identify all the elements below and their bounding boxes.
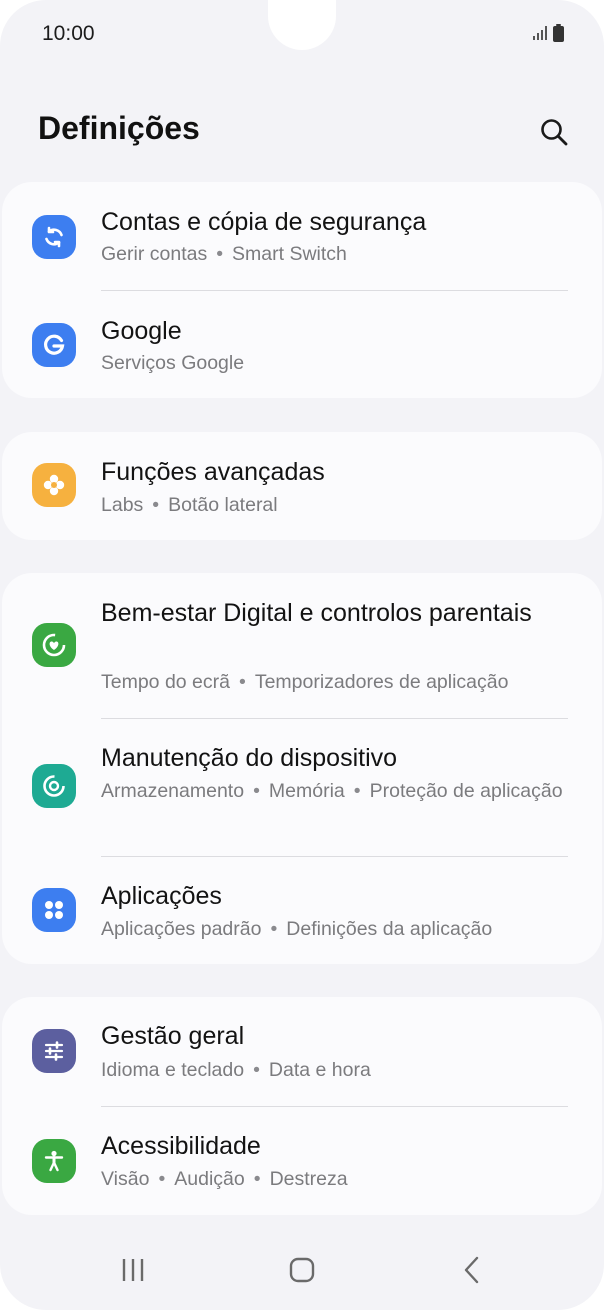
- settings-item-advanced-features[interactable]: Funções avançadas Labs • Botão lateral: [2, 432, 602, 540]
- settings-item-title: Bem-estar Digital e controlos parentais: [101, 599, 532, 627]
- home-icon: [289, 1257, 315, 1283]
- subtitle-part: Data e hora: [268, 1059, 371, 1081]
- settings-item-title: Google: [101, 317, 182, 345]
- subtitle-part: Botão lateral: [168, 494, 278, 516]
- apps-grid-icon: [32, 888, 76, 932]
- subtitle-part: Gerir contas: [101, 243, 208, 265]
- settings-item-title: Acessibilidade: [101, 1132, 261, 1160]
- settings-item-subtitle: Armazenamento • Memória • Proteção de aplica…: [101, 777, 571, 805]
- screen: 10:00 Definições Contas e cópia de segur…: [0, 0, 604, 1310]
- subtitle-part: Smart Switch: [232, 243, 347, 265]
- separator-dot: •: [253, 1059, 260, 1081]
- subtitle-part: Armazenamento: [101, 780, 245, 802]
- separator-dot: •: [253, 1168, 261, 1190]
- separator-dot: •: [158, 1168, 166, 1190]
- camera-notch: [268, 0, 336, 50]
- settings-item-title: Funções avançadas: [101, 458, 325, 486]
- settings-item-apps[interactable]: Aplicações Aplicações padrão • Definições …: [2, 857, 602, 964]
- puzzle-icon: [32, 463, 76, 507]
- status-time: 10:00: [42, 22, 95, 45]
- subtitle-part: Proteção de aplicação: [369, 780, 563, 802]
- back-button[interactable]: [442, 1248, 502, 1292]
- battery-icon: [553, 24, 564, 42]
- separator-dot: •: [353, 780, 361, 802]
- settings-item-subtitle: Labs • Botão lateral: [101, 491, 571, 519]
- subtitle-part: Visão: [101, 1168, 150, 1190]
- subtitle-part: Destreza: [269, 1168, 348, 1190]
- settings-item-title: Aplicações: [101, 882, 222, 910]
- status-icons: [532, 24, 564, 42]
- subtitle-part: Memória: [268, 780, 345, 802]
- page-title: Definições: [38, 110, 200, 146]
- recents-icon: [122, 1259, 144, 1281]
- settings-item-accessibility[interactable]: Acessibilidade Visão • Audição • Destreza: [2, 1107, 602, 1215]
- home-button[interactable]: [272, 1248, 332, 1292]
- subtitle-part: Temporizadores de aplicação: [254, 671, 509, 693]
- search-button[interactable]: [534, 112, 574, 152]
- search-icon: [541, 119, 568, 146]
- signal-icon: [533, 26, 547, 40]
- separator-dot: •: [270, 918, 278, 940]
- settings-item-google[interactable]: Google Serviços Google: [2, 291, 602, 398]
- separator-dot: •: [253, 780, 260, 802]
- accessibility-person-icon: [32, 1139, 76, 1183]
- settings-item-title: Manutenção do dispositivo: [101, 744, 398, 772]
- subtitle-part: Aplicações padrão: [101, 918, 262, 940]
- subtitle-part: Tempo do ecrã: [101, 671, 230, 693]
- settings-item-subtitle: Visão • Audição • Destreza: [101, 1165, 571, 1193]
- settings-card-accounts: Contas e cópia de segurança Gerir contas…: [2, 182, 602, 398]
- settings-card-device: Bem-estar Digital e controlos parentais …: [2, 573, 602, 964]
- heart-circle-icon: [32, 623, 76, 667]
- settings-item-subtitle: Serviços Google: [101, 352, 245, 374]
- separator-dot: •: [239, 671, 246, 693]
- settings-item-subtitle: Aplicações padrão • Definições da aplicaçã…: [101, 915, 571, 943]
- separator-dot: •: [216, 243, 224, 265]
- subtitle-part: Labs: [101, 494, 144, 516]
- settings-card-system: Gestão geral Idioma e teclado • Data e hor…: [2, 997, 602, 1215]
- settings-item-general-management[interactable]: Gestão geral Idioma e teclado • Data e hor…: [2, 997, 602, 1106]
- google-g-icon: [32, 323, 76, 367]
- settings-card-advanced: Funções avançadas Labs • Botão lateral: [2, 432, 602, 540]
- settings-item-title: Gestão geral: [101, 1022, 245, 1050]
- sync-icon: [32, 215, 76, 259]
- subtitle-part: Audição: [174, 1168, 245, 1190]
- settings-item-subtitle: Tempo do ecrã • Temporizadores de aplicaçã…: [101, 668, 571, 696]
- settings-item-subtitle: Idioma e teclado • Data e hora: [101, 1056, 571, 1084]
- back-icon: [464, 1256, 479, 1284]
- separator-dot: •: [152, 494, 160, 516]
- subtitle-part: Idioma e teclado: [101, 1059, 245, 1081]
- device-care-icon: [32, 764, 76, 808]
- status-bar: 10:00: [0, 0, 604, 70]
- settings-item-device-care[interactable]: Manutenção do dispositivo Armazenamento •…: [2, 719, 602, 856]
- settings-item-digital-wellbeing[interactable]: Bem-estar Digital e controlos parentais …: [2, 573, 602, 718]
- settings-item-title: Contas e cópia de segurança: [101, 208, 427, 236]
- navigation-bar: [0, 1240, 604, 1300]
- sliders-icon: [32, 1029, 76, 1073]
- subtitle-part: Definições da aplicação: [286, 918, 493, 940]
- settings-item-accounts[interactable]: Contas e cópia de segurança Gerir contas…: [2, 182, 602, 290]
- settings-item-subtitle: Gerir contas • Smart Switch: [101, 240, 571, 268]
- recents-button[interactable]: [103, 1248, 163, 1292]
